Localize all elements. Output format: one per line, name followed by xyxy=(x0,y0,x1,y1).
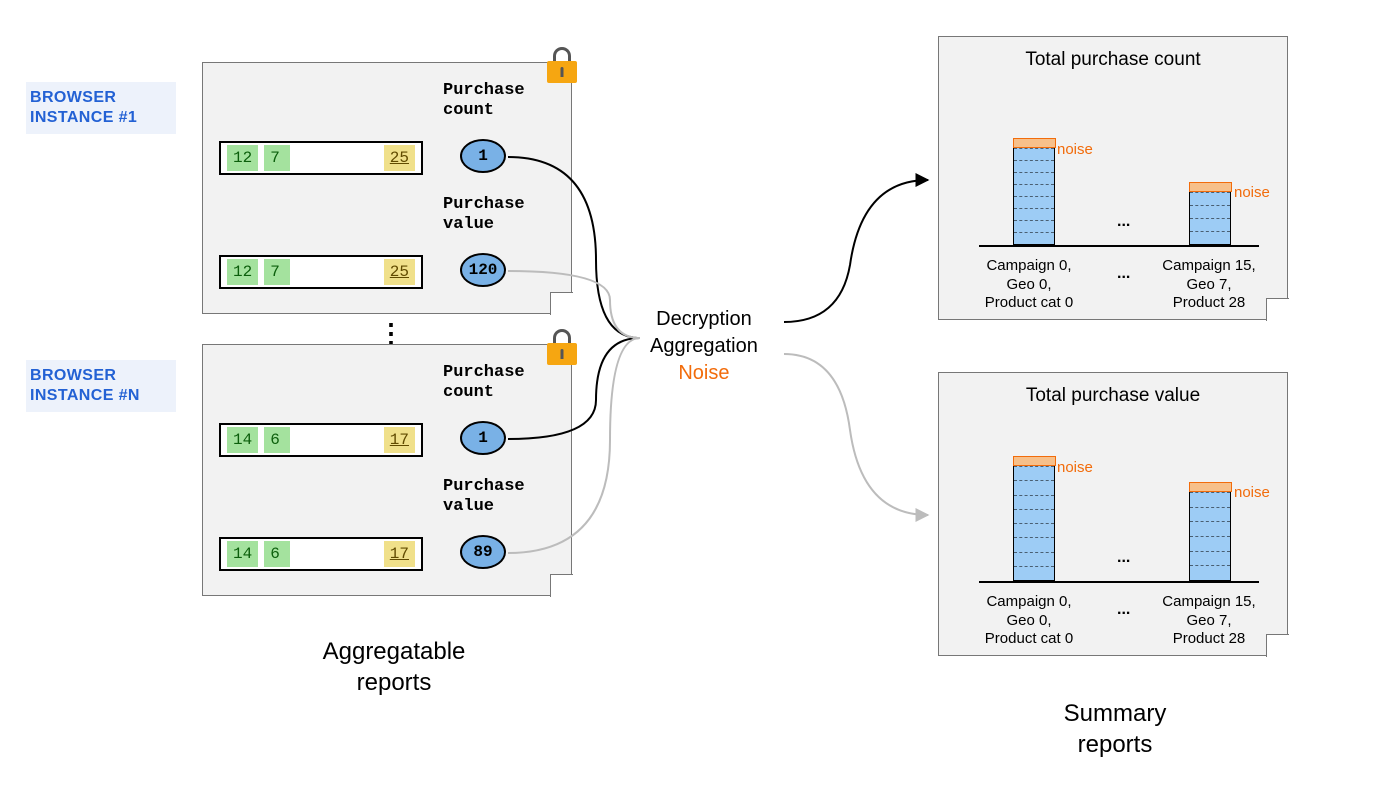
label-line: INSTANCE #1 xyxy=(30,109,137,126)
noise-cap xyxy=(1189,482,1232,492)
key-chip: 25 xyxy=(384,259,415,285)
category-label-right: Campaign 15,Geo 7,Product 28 xyxy=(1139,593,1279,649)
key-chip: 14 xyxy=(227,541,258,567)
chart-bar-left xyxy=(1013,147,1055,245)
aggregatable-report-1: Purchasecount 12 7 25 1 Purchasevalue 12… xyxy=(202,62,572,314)
summary-title: Total purchase value xyxy=(939,385,1287,407)
metric-value-value: 120 xyxy=(460,253,506,287)
aggregatable-report-n: Purchasecount 14 6 17 1 Purchasevalue 14… xyxy=(202,344,572,596)
noise-label: noise xyxy=(1057,459,1093,476)
key-chip: 6 xyxy=(264,541,290,567)
key-chip: 12 xyxy=(227,145,258,171)
chart-ellipsis: ... xyxy=(1117,213,1130,231)
chart-bar-right xyxy=(1189,491,1231,581)
key-chip: 17 xyxy=(384,541,415,567)
chart-x-axis xyxy=(979,581,1259,583)
summary-report-value: Total purchase value noise ... noise Cam… xyxy=(938,372,1288,656)
chart-bar-right xyxy=(1189,191,1231,245)
key-chip: 6 xyxy=(264,427,290,453)
key-chip: 25 xyxy=(384,145,415,171)
lock-icon xyxy=(547,47,577,83)
metric-value-count: 1 xyxy=(460,139,506,173)
browser-instance-label-1: BROWSER INSTANCE #1 xyxy=(26,82,176,134)
label-line: INSTANCE #N xyxy=(30,387,140,404)
noise-cap xyxy=(1013,456,1056,466)
noise-label: noise xyxy=(1234,484,1270,501)
category-label-left: Campaign 0,Geo 0,Product cat 0 xyxy=(959,593,1099,649)
aggregatable-reports-caption: Aggregatablereports xyxy=(264,636,524,698)
category-ellipsis: ... xyxy=(1117,601,1130,619)
label-line: BROWSER xyxy=(30,89,116,106)
process-noise-line: Noise xyxy=(650,360,758,387)
metric-value-value: 89 xyxy=(460,535,506,569)
key-row: 12 7 25 xyxy=(219,255,423,289)
key-chip: 17 xyxy=(384,427,415,453)
summary-reports-caption: Summaryreports xyxy=(1010,698,1220,760)
noise-cap xyxy=(1013,138,1056,148)
key-chip: 14 xyxy=(227,427,258,453)
key-row: 14 6 17 xyxy=(219,423,423,457)
noise-label: noise xyxy=(1057,141,1093,158)
chart-ellipsis: ... xyxy=(1117,549,1130,567)
browser-instance-label-n: BROWSER INSTANCE #N xyxy=(26,360,176,412)
process-line: Decryption xyxy=(650,306,758,333)
key-chip: 7 xyxy=(264,145,290,171)
metric-label-purchase-value: Purchasevalue xyxy=(443,195,563,234)
summary-report-count: Total purchase count noise ... noise Cam… xyxy=(938,36,1288,320)
noise-cap xyxy=(1189,182,1232,192)
chart-x-axis xyxy=(979,245,1259,247)
metric-label-purchase-value: Purchasevalue xyxy=(443,477,563,516)
category-ellipsis: ... xyxy=(1117,265,1130,283)
category-label-left: Campaign 0,Geo 0,Product cat 0 xyxy=(959,257,1099,313)
process-line: Aggregation xyxy=(650,333,758,360)
metric-label-purchase-count: Purchasecount xyxy=(443,363,563,402)
noise-label: noise xyxy=(1234,184,1270,201)
key-chip: 12 xyxy=(227,259,258,285)
label-line: BROWSER xyxy=(30,367,116,384)
summary-title: Total purchase count xyxy=(939,49,1287,71)
key-chip: 7 xyxy=(264,259,290,285)
lock-icon xyxy=(547,329,577,365)
process-text: Decryption Aggregation Noise xyxy=(650,306,758,387)
key-row: 14 6 17 xyxy=(219,537,423,571)
metric-label-purchase-count: Purchasecount xyxy=(443,81,563,120)
category-label-right: Campaign 15,Geo 7,Product 28 xyxy=(1139,257,1279,313)
key-row: 12 7 25 xyxy=(219,141,423,175)
metric-value-count: 1 xyxy=(460,421,506,455)
chart-bar-left xyxy=(1013,465,1055,581)
